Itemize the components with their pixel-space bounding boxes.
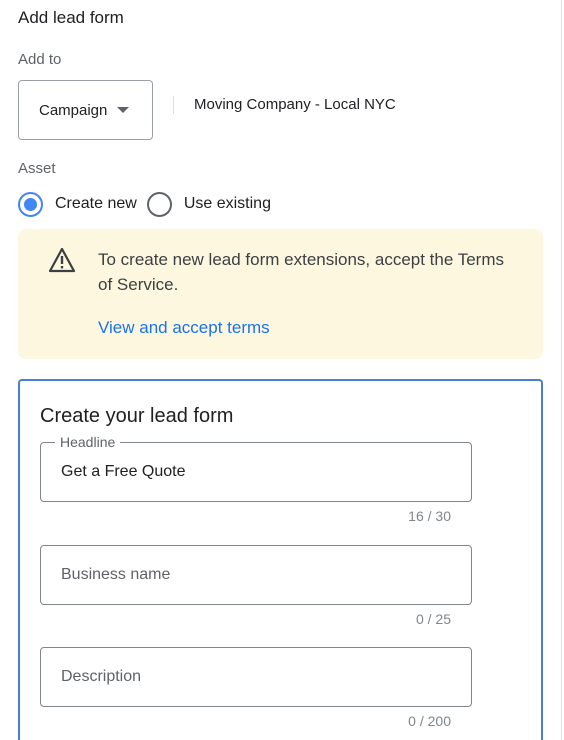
caret-down-icon	[117, 107, 130, 113]
add-to-label: Add to	[18, 51, 62, 68]
description-field[interactable]: Description	[40, 647, 472, 707]
notice-text: To create new lead form extensions, acce…	[98, 250, 504, 294]
radio-selected-dot	[24, 197, 37, 211]
panel-divider	[561, 0, 562, 740]
add-to-dropdown[interactable]: Campaign	[18, 80, 153, 140]
description-counter: 0 / 200	[408, 713, 451, 729]
add-to-separator	[173, 96, 174, 114]
asset-radio-group: Create new Use existing	[18, 191, 281, 217]
form-title: Create your lead form	[40, 405, 234, 427]
business-name-field[interactable]: Business name	[40, 545, 472, 605]
use-existing-label[interactable]: Use existing	[184, 195, 271, 213]
business-name-counter: 0 / 25	[415, 611, 451, 627]
headline-value: Get a Free Quote	[61, 463, 186, 480]
headline-label: Headline	[55, 434, 121, 450]
view-accept-terms-link[interactable]: View and accept terms	[98, 318, 270, 338]
create-new-label[interactable]: Create new	[55, 195, 137, 213]
use-existing-radio[interactable]	[146, 191, 172, 217]
campaign-name: Moving Company - Local NYC	[194, 96, 396, 113]
dropdown-value: Campaign	[39, 101, 108, 119]
description-placeholder: Description	[61, 668, 142, 685]
lead-form-card: Create your lead form Headline Get a Fre…	[18, 379, 543, 740]
terms-notice: To create new lead form extensions, acce…	[18, 229, 543, 359]
business-name-placeholder: Business name	[61, 566, 171, 583]
headline-field[interactable]: Headline Get a Free Quote	[40, 434, 472, 502]
asset-label: Asset	[18, 160, 56, 177]
panel-title: Add lead form	[18, 8, 124, 27]
lead-form-panel: Add lead form Add to Campaign Moving Com…	[0, 0, 564, 740]
warning-icon	[48, 247, 76, 273]
create-new-radio[interactable]	[18, 191, 43, 217]
headline-counter: 16 / 30	[408, 508, 451, 524]
